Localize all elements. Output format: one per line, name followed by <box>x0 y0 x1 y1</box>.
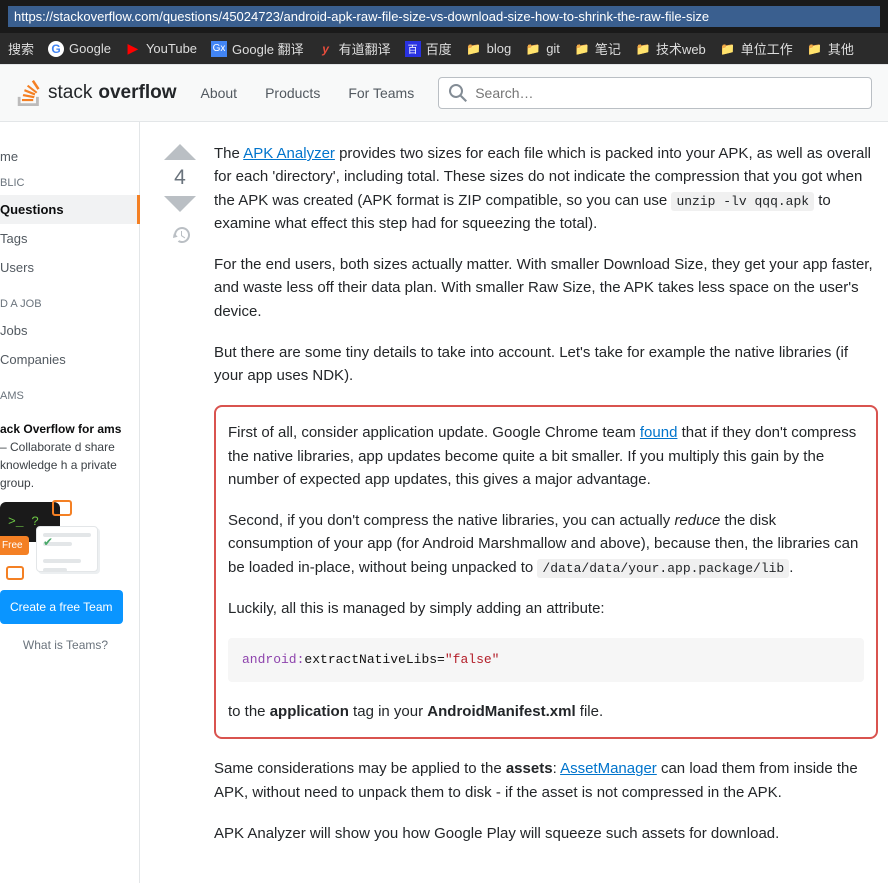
logo-text-bold: overflow <box>98 82 176 104</box>
folder-icon: 📁 <box>807 41 823 57</box>
found-link[interactable]: found <box>640 424 678 441</box>
card-stack-icon: ✔ <box>36 526 98 572</box>
inline-code: /data/data/your.app.package/lib <box>537 559 789 578</box>
free-badge: Free <box>0 536 29 555</box>
site-header: stack overflow About Products For Teams <box>0 64 888 122</box>
sidebar-questions[interactable]: Questions <box>0 195 140 224</box>
folder-icon: 📁 <box>574 41 590 57</box>
bookmark-item[interactable]: 📁笔记 <box>574 39 621 58</box>
search-input[interactable] <box>475 85 861 101</box>
search-icon <box>449 84 467 102</box>
sidebar-companies[interactable]: Companies <box>0 345 139 374</box>
sidebar-header-teams: AMS <box>0 384 139 408</box>
what-is-teams-link[interactable]: What is Teams? <box>0 636 131 654</box>
downvote-button[interactable] <box>164 196 196 212</box>
bookmark-item[interactable]: 📁git <box>525 41 560 57</box>
browser-url-bar <box>0 0 888 33</box>
folder-icon: 📁 <box>635 41 651 57</box>
teams-illustration: >_ ? Free ✔ <box>0 502 110 572</box>
bookmark-item[interactable]: GGoogle <box>48 41 111 57</box>
paragraph: But there are some tiny details to take … <box>214 341 878 388</box>
google-translate-icon: Gx <box>211 41 227 57</box>
chat-bubble-icon <box>52 500 72 516</box>
sidebar-tags[interactable]: Tags <box>0 224 139 253</box>
youdao-icon: y <box>318 41 334 57</box>
chat-bubble-icon <box>6 566 24 580</box>
nav-products[interactable]: Products <box>265 85 320 101</box>
paragraph: Second, if you don't compress the native… <box>228 509 864 579</box>
paragraph: First of all, consider application updat… <box>228 421 864 491</box>
bookmark-item[interactable]: 搜索 <box>8 39 34 58</box>
emphasis: reduce <box>674 512 720 529</box>
bookmarks-bar: 搜索 GGoogle ▶YouTube GxGoogle 翻译 y有道翻译 百百… <box>0 33 888 64</box>
bookmark-item[interactable]: ▶YouTube <box>125 41 197 57</box>
highlighted-section: First of all, consider application updat… <box>214 405 878 739</box>
baidu-icon: 百 <box>405 41 421 57</box>
stackoverflow-icon <box>16 80 42 106</box>
upvote-button[interactable] <box>164 144 196 160</box>
paragraph: Luckily, all this is managed by simply a… <box>228 597 864 620</box>
inline-code: unzip -lv qqq.apk <box>671 192 814 211</box>
top-nav: About Products For Teams <box>200 85 414 101</box>
teams-title: ack Overflow for ams <box>0 422 121 436</box>
youtube-icon: ▶ <box>125 41 141 57</box>
bookmark-item[interactable]: 百百度 <box>405 39 452 58</box>
bookmark-item[interactable]: 📁其他 <box>807 39 854 58</box>
folder-icon: 📁 <box>525 41 541 57</box>
assetmanager-link[interactable]: AssetManager <box>560 760 657 777</box>
bookmark-item[interactable]: y有道翻译 <box>318 39 391 58</box>
sidebar-home[interactable]: me <box>0 142 139 171</box>
folder-icon: 📁 <box>720 41 736 57</box>
create-team-button[interactable]: Create a free Team <box>0 590 123 624</box>
paragraph: to the application tag in your AndroidMa… <box>228 700 864 723</box>
logo-text-thin: stack <box>48 82 92 104</box>
history-icon[interactable] <box>171 226 190 244</box>
answer-body: The APK Analyzer provides two sizes for … <box>214 142 878 863</box>
teams-desc: – Collaborate d share knowledge h a priv… <box>0 440 117 490</box>
search-box[interactable] <box>438 77 872 109</box>
google-icon: G <box>48 41 64 57</box>
teams-promo: ack Overflow for ams – Collaborate d sha… <box>0 408 139 666</box>
vote-score: 4 <box>174 166 186 190</box>
nav-about[interactable]: About <box>200 85 237 101</box>
bookmark-item[interactable]: 📁单位工作 <box>720 39 793 58</box>
nav-teams[interactable]: For Teams <box>348 85 414 101</box>
paragraph: APK Analyzer will show you how Google Pl… <box>214 822 878 845</box>
paragraph: The APK Analyzer provides two sizes for … <box>214 142 878 235</box>
sidebar-jobs[interactable]: Jobs <box>0 316 139 345</box>
paragraph: For the end users, both sizes actually m… <box>214 253 878 323</box>
left-sidebar: me BLIC Questions Tags Users D A JOB Job… <box>0 122 140 883</box>
vote-column: 4 <box>164 142 196 863</box>
site-logo[interactable]: stack overflow <box>16 80 176 106</box>
folder-icon: 📁 <box>466 41 482 57</box>
url-input[interactable] <box>8 6 880 27</box>
bookmark-item[interactable]: 📁blog <box>466 41 512 57</box>
bookmark-item[interactable]: GxGoogle 翻译 <box>211 39 304 58</box>
sidebar-users[interactable]: Users <box>0 253 139 282</box>
bookmark-item[interactable]: 📁技术web <box>635 39 706 58</box>
sidebar-header-public: BLIC <box>0 171 139 195</box>
code-block: android:extractNativeLibs="false" <box>228 638 864 682</box>
apk-analyzer-link[interactable]: APK Analyzer <box>243 145 335 162</box>
sidebar-header-job: D A JOB <box>0 292 139 316</box>
main-content: 4 The APK Analyzer provides two sizes fo… <box>140 122 888 883</box>
